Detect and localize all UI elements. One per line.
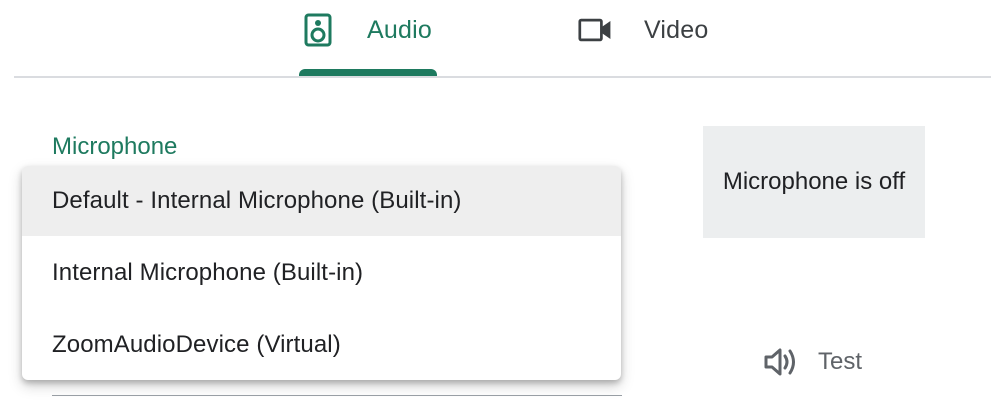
microphone-status-text: Microphone is off <box>722 168 906 195</box>
option-label: ZoomAudioDevice (Virtual) <box>52 331 341 358</box>
option-label: Internal Microphone (Built-in) <box>52 259 364 286</box>
tab-video[interactable]: Video <box>578 0 738 76</box>
microphone-select-underline <box>52 395 622 396</box>
tab-video-label: Video <box>644 16 709 44</box>
microphone-option-zoom[interactable]: ZoomAudioDevice (Virtual) <box>22 310 621 380</box>
test-button-label: Test <box>818 348 863 375</box>
microphone-section-label: Microphone <box>52 133 178 160</box>
microphone-option-default[interactable]: Default - Internal Microphone (Built-in) <box>22 166 621 236</box>
device-tabs: Audio Video <box>0 0 991 78</box>
option-label: Default - Internal Microphone (Built-in) <box>52 187 462 214</box>
tab-audio[interactable]: Audio <box>300 0 436 76</box>
tabs-divider <box>14 76 991 78</box>
microphone-status-panel: Microphone is off <box>703 126 925 238</box>
speaker-volume-icon <box>762 344 798 380</box>
test-speaker-button[interactable]: Test <box>762 340 862 384</box>
microphone-option-internal[interactable]: Internal Microphone (Built-in) <box>22 238 621 308</box>
video-camera-icon <box>578 13 614 47</box>
tab-audio-label: Audio <box>367 16 432 44</box>
speaker-icon <box>304 13 340 47</box>
microphone-dropdown-menu: Default - Internal Microphone (Built-in)… <box>22 166 621 380</box>
